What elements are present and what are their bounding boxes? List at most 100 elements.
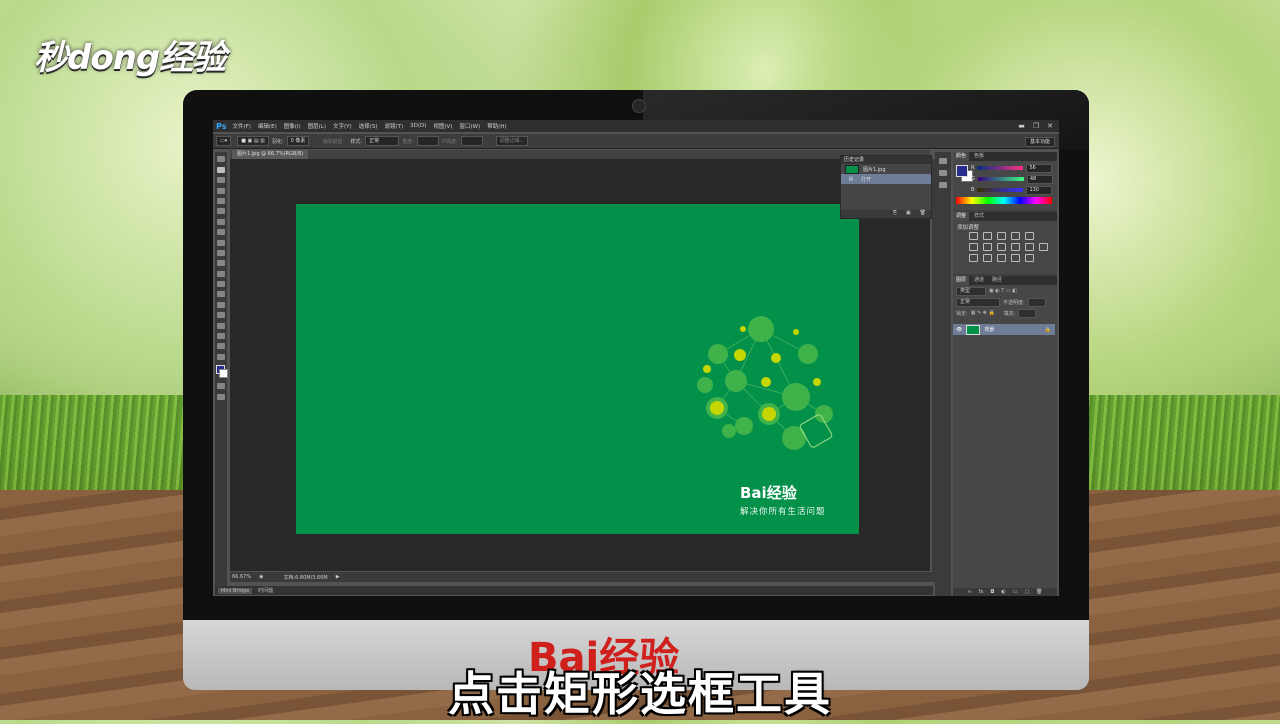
document-canvas[interactable]: Bai经验 解决你所有生活问题 <box>296 204 859 534</box>
blue-value[interactable]: 130 <box>1026 185 1053 195</box>
tab-channels[interactable]: 通道 <box>971 276 987 285</box>
tab-color[interactable]: 颜色 <box>953 152 970 161</box>
minimize-icon[interactable]: ▬ <box>1018 122 1025 130</box>
tab-swatches[interactable]: 色板 <box>971 152 987 161</box>
filter-icons[interactable]: ▣ ◐ T ▭ ◧ <box>989 288 1017 294</box>
menu-file[interactable]: 文件(F) <box>232 122 250 130</box>
vibrance-icon[interactable] <box>1025 232 1034 240</box>
move-tool-icon[interactable] <box>217 156 225 163</box>
workspace-select[interactable]: 基本功能 <box>1024 137 1055 147</box>
rectangle-tool-icon[interactable] <box>217 333 225 340</box>
new-group-icon[interactable]: ▭ <box>1013 589 1018 595</box>
exposure-icon[interactable] <box>1011 232 1020 240</box>
green-value[interactable]: 48 <box>1026 174 1053 184</box>
eyedropper-tool-icon[interactable] <box>217 208 225 215</box>
type-tool-icon[interactable] <box>217 312 225 319</box>
quick-mask-icon[interactable] <box>217 383 225 390</box>
history-item-open[interactable]: ▤ 打开 <box>841 174 931 184</box>
add-mask-icon[interactable]: ◘ <box>990 589 994 595</box>
feather-input[interactable]: 0 像素 <box>286 136 310 146</box>
color-spectrum-bar[interactable] <box>956 197 1052 204</box>
hue-saturation-icon[interactable] <box>969 243 978 251</box>
history-item-snapshot[interactable]: 图片1.jpg <box>841 164 931 174</box>
tab-layers[interactable]: 图层 <box>953 276 970 285</box>
brightness-icon[interactable] <box>969 232 978 240</box>
new-adjustment-icon[interactable]: ◐ <box>1001 589 1005 595</box>
zoom-tool-icon[interactable] <box>217 353 225 360</box>
photo-filter-icon[interactable] <box>1011 243 1020 251</box>
layer-kind-filter[interactable]: 类型 <box>956 286 986 296</box>
new-document-from-state-icon[interactable]: ⎘ <box>893 210 897 218</box>
document-tab[interactable]: 图片1.jpg @ 66.7%(RGB/8) <box>232 150 309 159</box>
color-lookup-icon[interactable] <box>1039 243 1048 251</box>
new-snapshot-icon[interactable]: ▣ <box>906 210 911 218</box>
gradient-map-icon[interactable] <box>1011 254 1020 262</box>
menu-3d[interactable]: 3D(D) <box>410 123 426 129</box>
status-info-icon[interactable]: ◉ <box>259 574 263 580</box>
link-layers-icon[interactable]: ∞ <box>967 589 971 595</box>
selection-mode-buttons[interactable]: ■ ▣ ▤ ▥ <box>237 136 269 146</box>
menu-select[interactable]: 选择(S) <box>359 122 378 130</box>
opacity-input[interactable] <box>1027 297 1046 307</box>
posterize-icon[interactable] <box>983 254 992 262</box>
layer-row-background[interactable]: 👁 背景 🔒 <box>953 324 1055 335</box>
foreground-color-swatch[interactable] <box>956 165 968 177</box>
rectangular-marquee-tool-icon[interactable] <box>217 166 225 173</box>
refine-edge-button[interactable]: 调整边缘... <box>495 136 529 146</box>
threshold-icon[interactable] <box>997 254 1006 262</box>
tool-preset-picker[interactable]: ▭▾ <box>216 136 232 146</box>
blend-mode-select[interactable]: 正常 <box>956 297 1000 307</box>
delete-icon[interactable]: 🗑 <box>920 210 926 218</box>
menu-window[interactable]: 窗口(W) <box>459 122 480 130</box>
menu-help[interactable]: 帮助(H) <box>487 122 506 130</box>
path-selection-tool-icon[interactable] <box>217 322 225 329</box>
lock-icons[interactable]: ▦ ✎ ✥ 🔒 <box>971 310 995 316</box>
tab-mini-bridge[interactable]: Mini Bridge <box>218 587 253 594</box>
color-swatches[interactable] <box>215 364 228 379</box>
brush-tool-icon[interactable] <box>217 229 225 236</box>
zoom-level[interactable]: 66.67% <box>232 574 251 580</box>
tab-timeline[interactable]: 时间轴 <box>258 587 273 594</box>
width-input[interactable] <box>416 136 439 146</box>
invert-icon[interactable] <box>969 254 978 262</box>
hand-tool-icon[interactable] <box>217 343 225 350</box>
selective-color-icon[interactable] <box>1025 254 1034 262</box>
channel-mixer-icon[interactable] <box>1025 243 1034 251</box>
properties-panel-icon[interactable] <box>939 170 947 176</box>
blur-tool-icon[interactable] <box>217 281 225 288</box>
menu-edit[interactable]: 编辑(E) <box>258 122 277 130</box>
history-brush-tool-icon[interactable] <box>217 249 225 256</box>
quick-selection-tool-icon[interactable] <box>217 187 225 194</box>
blue-slider[interactable] <box>977 188 1024 192</box>
info-panel-icon[interactable] <box>939 182 947 188</box>
dodge-tool-icon[interactable] <box>217 291 225 298</box>
visibility-eye-icon[interactable]: 👁 <box>956 327 962 333</box>
eraser-tool-icon[interactable] <box>217 260 225 267</box>
status-menu-arrow-icon[interactable]: ▶ <box>336 574 340 580</box>
menu-layer[interactable]: 图层(L) <box>308 122 326 130</box>
close-icon[interactable]: ✕ <box>1047 122 1053 130</box>
fill-input[interactable] <box>1018 308 1037 318</box>
black-white-icon[interactable] <box>997 243 1006 251</box>
healing-brush-tool-icon[interactable] <box>217 218 225 225</box>
background-color-swatch[interactable] <box>219 368 228 378</box>
red-slider[interactable] <box>977 166 1024 170</box>
lasso-tool-icon[interactable] <box>217 177 225 184</box>
height-input[interactable] <box>460 136 483 146</box>
history-panel-icon[interactable] <box>939 158 947 164</box>
menu-image[interactable]: 图像(I) <box>284 122 301 130</box>
delete-layer-icon[interactable]: 🗑 <box>1036 589 1042 595</box>
tab-styles[interactable]: 样式 <box>971 212 987 221</box>
antialias-checkbox[interactable]: 消除锯齿 <box>322 138 342 145</box>
restore-icon[interactable]: ❐ <box>1033 122 1039 130</box>
color-balance-icon[interactable] <box>983 243 992 251</box>
canvas-area[interactable]: Bai经验 解决你所有生活问题 <box>230 159 930 571</box>
red-value[interactable]: 56 <box>1026 163 1053 173</box>
menu-filter[interactable]: 滤镜(T) <box>384 122 403 130</box>
new-layer-icon[interactable]: ▢ <box>1024 589 1029 595</box>
menu-view[interactable]: 视图(V) <box>433 122 452 130</box>
curves-icon[interactable] <box>997 232 1006 240</box>
green-slider[interactable] <box>977 177 1024 181</box>
tab-adjustments[interactable]: 调整 <box>953 212 970 221</box>
crop-tool-icon[interactable] <box>217 197 225 204</box>
